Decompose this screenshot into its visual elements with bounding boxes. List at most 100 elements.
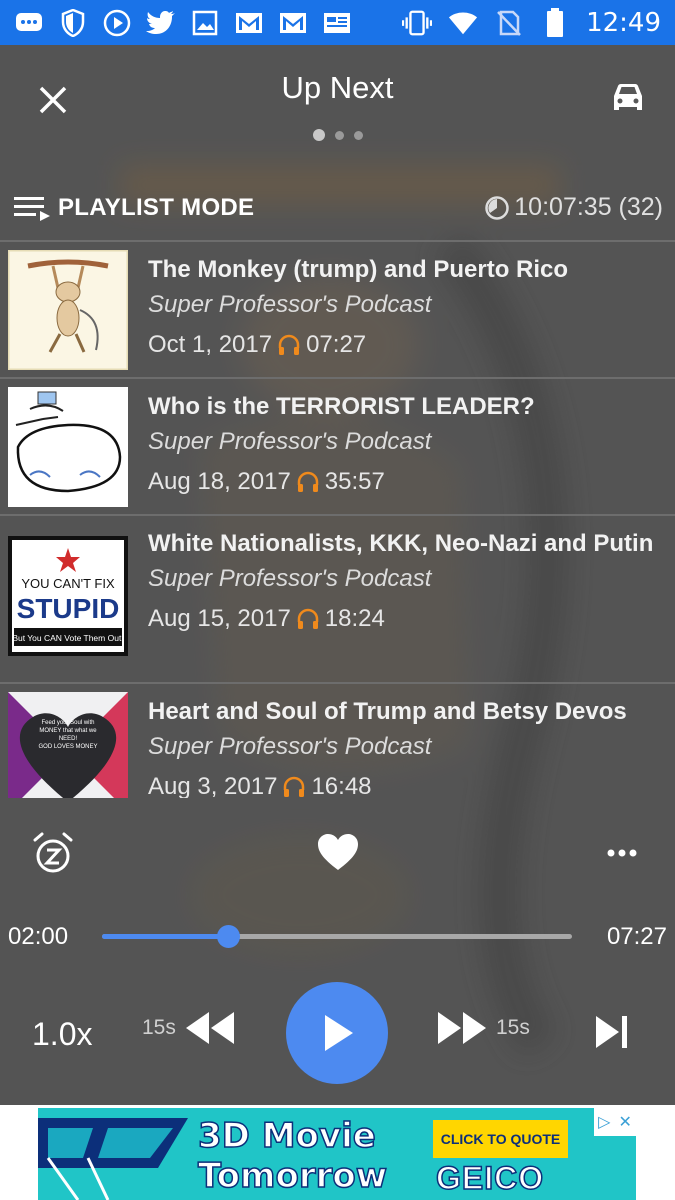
episode-meta: Aug 3, 2017 16:48 bbox=[148, 772, 627, 798]
episode-info: The Monkey (trump) and Puerto Rico Super… bbox=[128, 250, 568, 377]
episode-info: Who is the TERRORIST LEADER? Super Profe… bbox=[128, 387, 535, 514]
thumbnail-text-line3: But You CAN Vote Them Out! bbox=[12, 633, 123, 643]
forward-label: 15s bbox=[496, 1016, 530, 1039]
episode-meta: Aug 15, 2017 18:24 bbox=[148, 604, 653, 634]
page-dot-active bbox=[312, 129, 325, 141]
episode-duration: 35:57 bbox=[324, 468, 385, 495]
podcast-name: Super Professor's Podcast bbox=[148, 291, 432, 318]
ad-choices[interactable]: ▷ ✕ bbox=[594, 1108, 636, 1136]
episode-date: Aug 15, 2017 bbox=[148, 605, 291, 632]
skip-next-button[interactable] bbox=[592, 1012, 632, 1052]
play-button[interactable] bbox=[286, 982, 388, 1084]
ad-banner[interactable]: 3D Movie Tomorrow CLICK TO QUOTE GEICO ▷… bbox=[38, 1108, 636, 1200]
headphones-icon bbox=[284, 776, 305, 797]
transport-controls: 1.0x 15s 15s bbox=[0, 980, 675, 1090]
list-item[interactable]: Who is the TERRORIST LEADER? Super Profe… bbox=[0, 379, 675, 516]
episode-thumbnail bbox=[8, 387, 128, 507]
fast-forward-icon bbox=[438, 1012, 486, 1044]
twitter-icon bbox=[146, 8, 176, 38]
gmail-icon bbox=[234, 8, 264, 38]
heart-icon bbox=[318, 834, 358, 870]
alarm-z-icon bbox=[33, 832, 73, 873]
play-circle-icon bbox=[102, 8, 132, 38]
seek-handle[interactable] bbox=[216, 925, 240, 948]
news-icon bbox=[322, 8, 352, 38]
ad-headline-line2: Tomorrow bbox=[197, 1155, 388, 1197]
more-options-button[interactable] bbox=[600, 835, 646, 871]
episode-title: The Monkey (trump) and Puerto Rico bbox=[148, 256, 569, 283]
page-dot bbox=[353, 131, 363, 140]
thumbnail-text-line3: NEED! bbox=[59, 736, 78, 742]
episode-thumbnail bbox=[8, 250, 128, 370]
more-horizontal-icon bbox=[607, 849, 637, 857]
list-item[interactable]: YOU CAN'T FIX STUPID But You CAN Vote Th… bbox=[0, 516, 675, 684]
current-time: 02:00 bbox=[8, 923, 69, 950]
episode-thumbnail: YOU CAN'T FIX STUPID But You CAN Vote Th… bbox=[8, 536, 128, 656]
ad-headline: 3D Movie Tomorrow bbox=[197, 1115, 388, 1197]
episode-meta: Oct 1, 2017 07:27 bbox=[148, 330, 568, 360]
playlist-mode-button[interactable]: PLAYLIST MODE bbox=[14, 194, 254, 222]
chat-icon bbox=[14, 8, 44, 38]
gmail-icon bbox=[278, 8, 308, 38]
seek-bar-row: 02:00 07:27 bbox=[0, 913, 675, 959]
thumbnail-text-line4: GOD LOVES MONEY bbox=[38, 744, 97, 750]
total-time: 07:27 bbox=[606, 923, 667, 950]
ad-cta-button[interactable]: CLICK TO QUOTE bbox=[433, 1120, 568, 1158]
3d-glasses-icon bbox=[38, 1118, 188, 1200]
seek-bar[interactable] bbox=[102, 925, 572, 948]
playlist-mode-label: PLAYLIST MODE bbox=[58, 193, 255, 221]
headphones-icon bbox=[297, 608, 319, 629]
episode-duration: 07:27 bbox=[306, 331, 367, 358]
episode-title: Heart and Soul of Trump and Betsy Devos bbox=[148, 698, 627, 725]
episode-title: White Nationalists, KKK, Neo-Nazi and Pu… bbox=[148, 530, 654, 557]
episode-thumbnail: Feed your Soul with MONEY that what we N… bbox=[8, 692, 128, 798]
playlist-icon bbox=[14, 196, 50, 221]
notification-icons bbox=[14, 8, 352, 38]
episode-date: Aug 18, 2017 bbox=[148, 468, 291, 495]
thumbnail-text-line2: MONEY that what we bbox=[39, 728, 97, 734]
battery-icon bbox=[540, 7, 570, 38]
player-screen: Up Next PLAYLIST MODE 10:07:35 (32) The … bbox=[0, 45, 675, 1105]
episode-date: Aug 3, 2017 bbox=[148, 773, 278, 798]
episode-meta: Aug 18, 2017 35:57 bbox=[148, 467, 535, 497]
ad-banner-container: 3D Movie Tomorrow CLICK TO QUOTE GEICO ▷… bbox=[0, 1105, 675, 1200]
total-duration-value: 10:07:35 (32) bbox=[514, 193, 663, 221]
page-indicator bbox=[0, 129, 675, 141]
headphones-icon bbox=[297, 471, 319, 492]
rewind-button[interactable]: 15s bbox=[142, 1010, 236, 1046]
status-bar: 12:49 bbox=[0, 0, 675, 45]
car-icon bbox=[614, 84, 642, 110]
no-sim-icon bbox=[494, 8, 524, 38]
vibrate-icon bbox=[402, 8, 433, 38]
episode-info: Heart and Soul of Trump and Betsy Devos … bbox=[128, 692, 627, 798]
adchoices-icon[interactable]: ▷ bbox=[598, 1112, 610, 1132]
thumbnail-text-line2: STUPID bbox=[17, 593, 120, 624]
playback-speed-button[interactable]: 1.0x bbox=[32, 1016, 92, 1053]
rewind-icon bbox=[185, 1012, 234, 1044]
clock: 12:49 bbox=[586, 7, 661, 38]
secondary-controls bbox=[0, 825, 675, 885]
close-ad-icon[interactable]: ✕ bbox=[619, 1112, 632, 1132]
podcast-name: Super Professor's Podcast bbox=[148, 428, 432, 455]
podcast-name: Super Professor's Podcast bbox=[148, 733, 432, 760]
up-next-list[interactable]: The Monkey (trump) and Puerto Rico Super… bbox=[0, 240, 675, 798]
sleep-timer-button[interactable] bbox=[30, 830, 76, 876]
shield-icon bbox=[58, 8, 88, 38]
fast-forward-button[interactable]: 15s bbox=[436, 1010, 530, 1046]
total-duration: 10:07:35 (32) bbox=[484, 193, 663, 222]
ad-brand: GEICO bbox=[435, 1159, 545, 1197]
seek-bar-progress bbox=[102, 934, 228, 939]
list-item[interactable]: The Monkey (trump) and Puerto Rico Super… bbox=[0, 242, 675, 379]
system-icons: 12:49 bbox=[402, 7, 661, 38]
favorite-button[interactable] bbox=[316, 832, 360, 876]
ad-headline-line1: 3D Movie bbox=[197, 1115, 376, 1157]
playlist-mode-row: PLAYLIST MODE 10:07:35 (32) bbox=[0, 175, 675, 240]
episode-duration: 18:24 bbox=[324, 605, 385, 632]
episode-duration: 16:48 bbox=[311, 773, 372, 798]
page-dot bbox=[334, 131, 344, 140]
car-mode-button[interactable] bbox=[603, 73, 653, 123]
header: Up Next bbox=[0, 45, 675, 175]
page-title: Up Next bbox=[281, 70, 394, 105]
thumbnail-text-line1: YOU CAN'T FIX bbox=[21, 576, 115, 591]
list-item[interactable]: Feed your Soul with MONEY that what we N… bbox=[0, 684, 675, 798]
